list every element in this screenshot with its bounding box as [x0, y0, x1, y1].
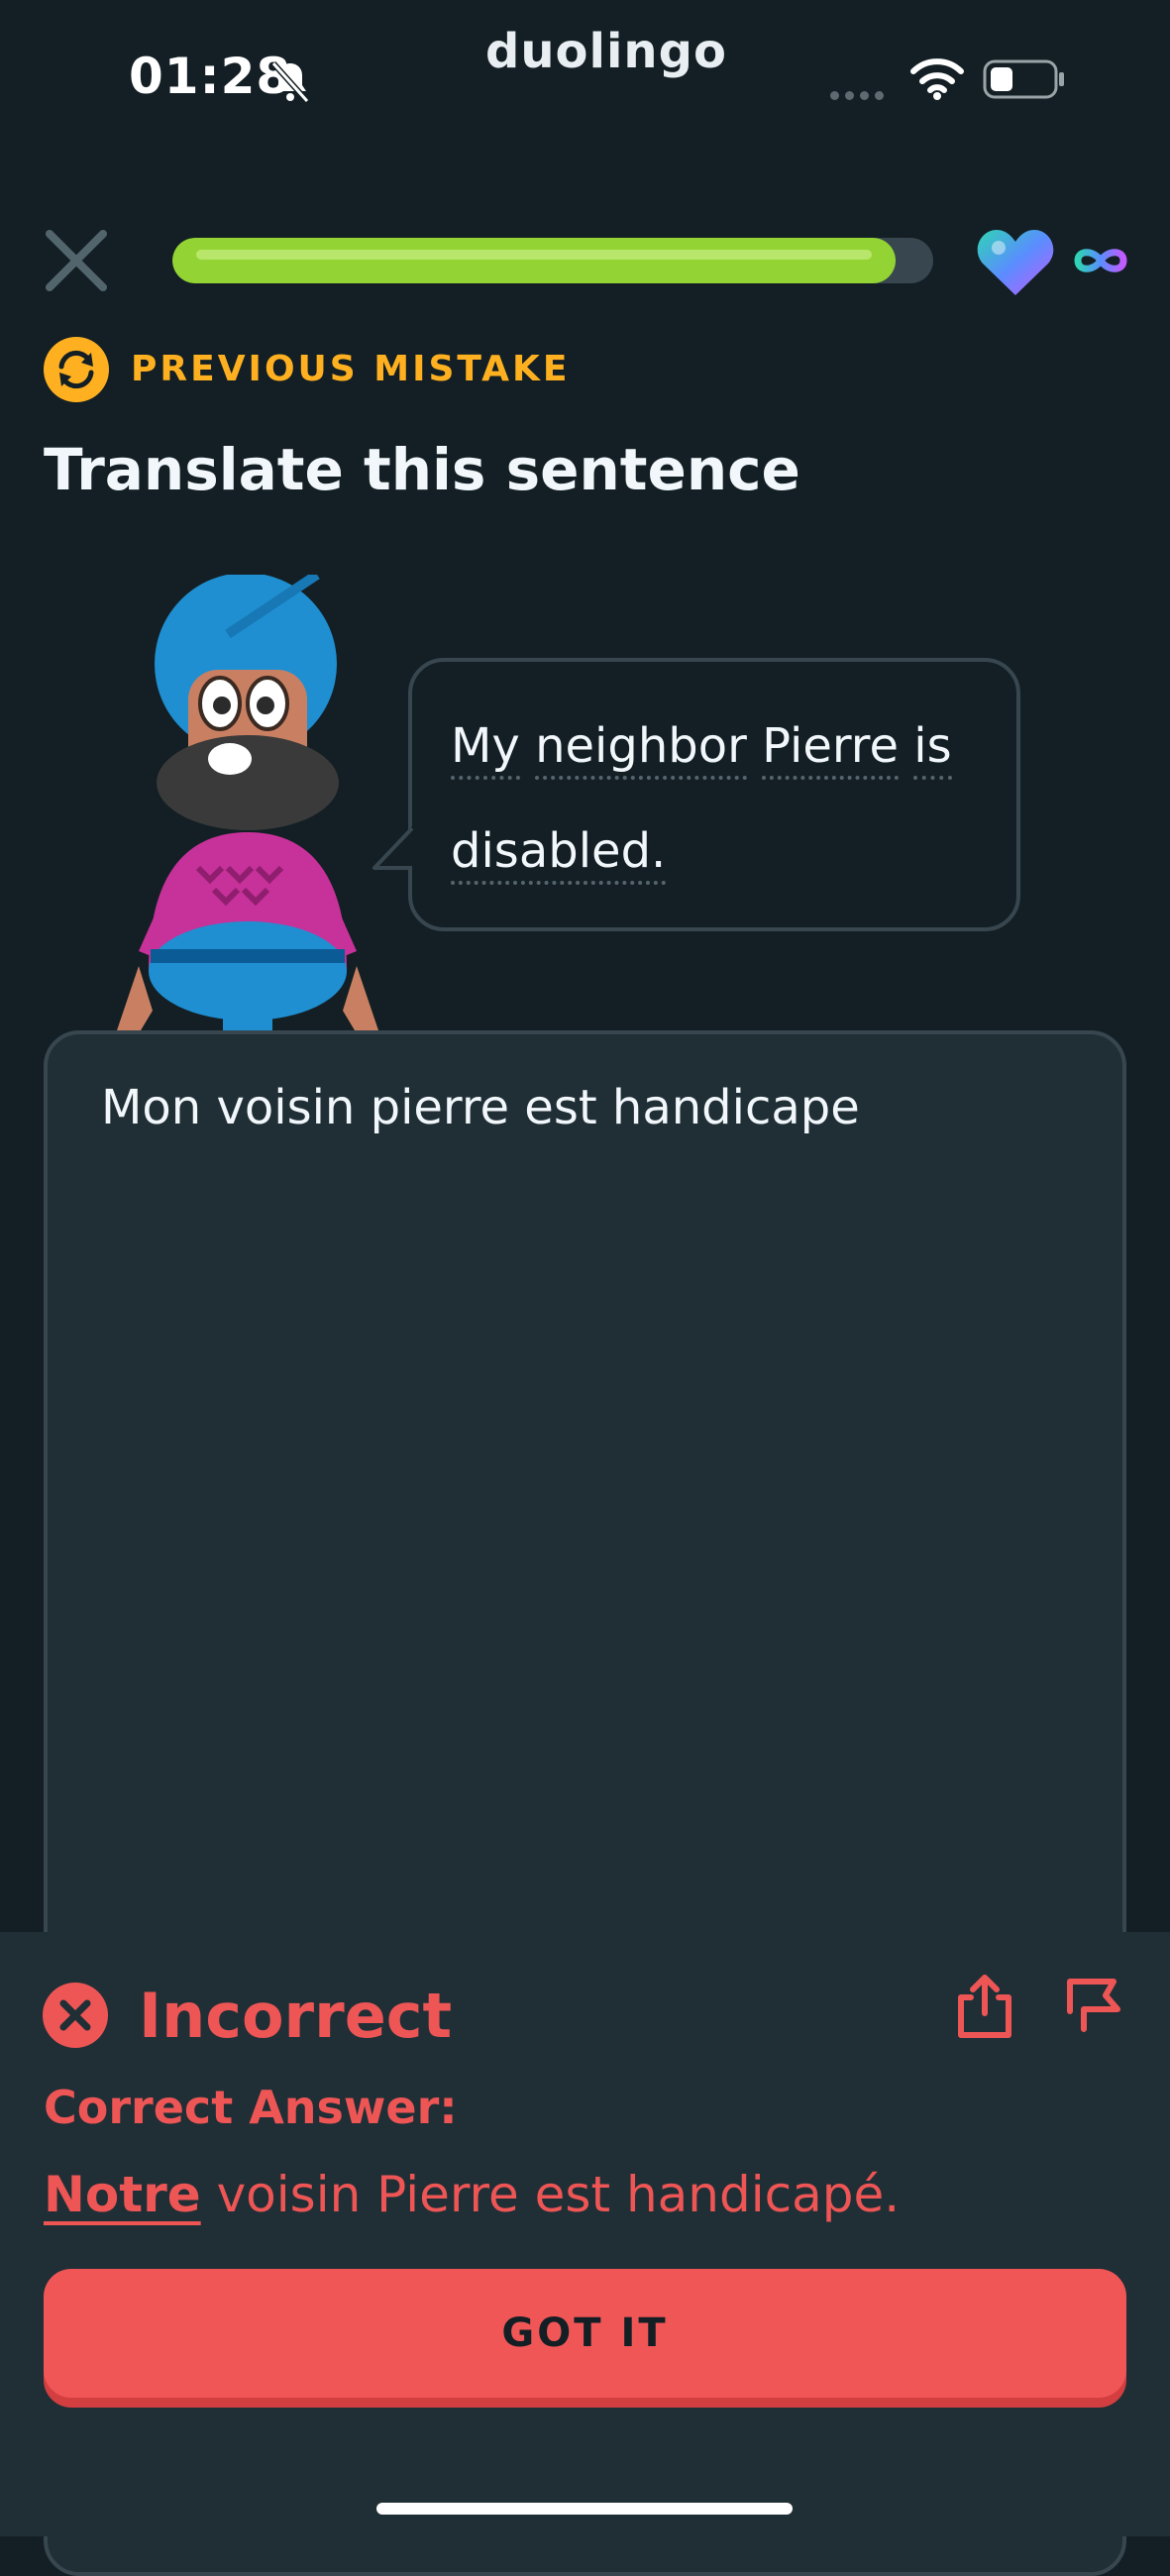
repeat-icon	[44, 337, 109, 402]
feedback-status: Incorrect	[139, 1980, 453, 2052]
sentence-to-translate: My neighbor Pierre is disabled.	[451, 694, 1006, 904]
share-icon[interactable]	[953, 1972, 1016, 2041]
correct-answer-label: Correct Answer:	[44, 2081, 458, 2134]
battery-icon	[983, 59, 1064, 99]
character-illustration	[117, 575, 378, 1030]
lesson-progress-bar	[172, 238, 933, 283]
word-my[interactable]: My	[451, 718, 520, 780]
previous-mistake-label: PREVIOUS MISTAKE	[131, 349, 571, 389]
signal-dots-icon	[830, 85, 890, 104]
close-icon[interactable]	[42, 226, 111, 295]
got-it-button[interactable]: GOT IT	[44, 2269, 1126, 2398]
word-disabled[interactable]: disabled.	[451, 823, 667, 885]
word-neighbor[interactable]: neighbor	[535, 718, 747, 780]
progress-shine	[196, 250, 872, 260]
home-indicator[interactable]	[376, 2503, 793, 2515]
report-flag-icon[interactable]	[1062, 1974, 1125, 2039]
exercise-prompt: Translate this sentence	[44, 436, 800, 503]
heart-icon[interactable]	[975, 226, 1056, 299]
correct-answer-rest: voisin Pierre est handicapé.	[200, 2166, 901, 2223]
speech-bubble-tail	[372, 826, 416, 870]
correct-answer-highlight: Notre	[44, 2166, 201, 2223]
bell-muted-icon	[270, 60, 310, 104]
progress-fill	[172, 238, 896, 283]
wifi-icon	[910, 58, 964, 100]
answer-text: Mon voisin pierre est handicape	[101, 1080, 860, 1135]
incorrect-x-icon	[43, 1983, 108, 2048]
infinity-icon	[1074, 249, 1127, 272]
word-pierre[interactable]: Pierre	[762, 718, 899, 780]
word-is[interactable]: is	[913, 718, 952, 780]
brand-logo: duolingo	[485, 24, 727, 79]
correct-answer-text: Notre voisin Pierre est handicapé.	[44, 2166, 900, 2223]
